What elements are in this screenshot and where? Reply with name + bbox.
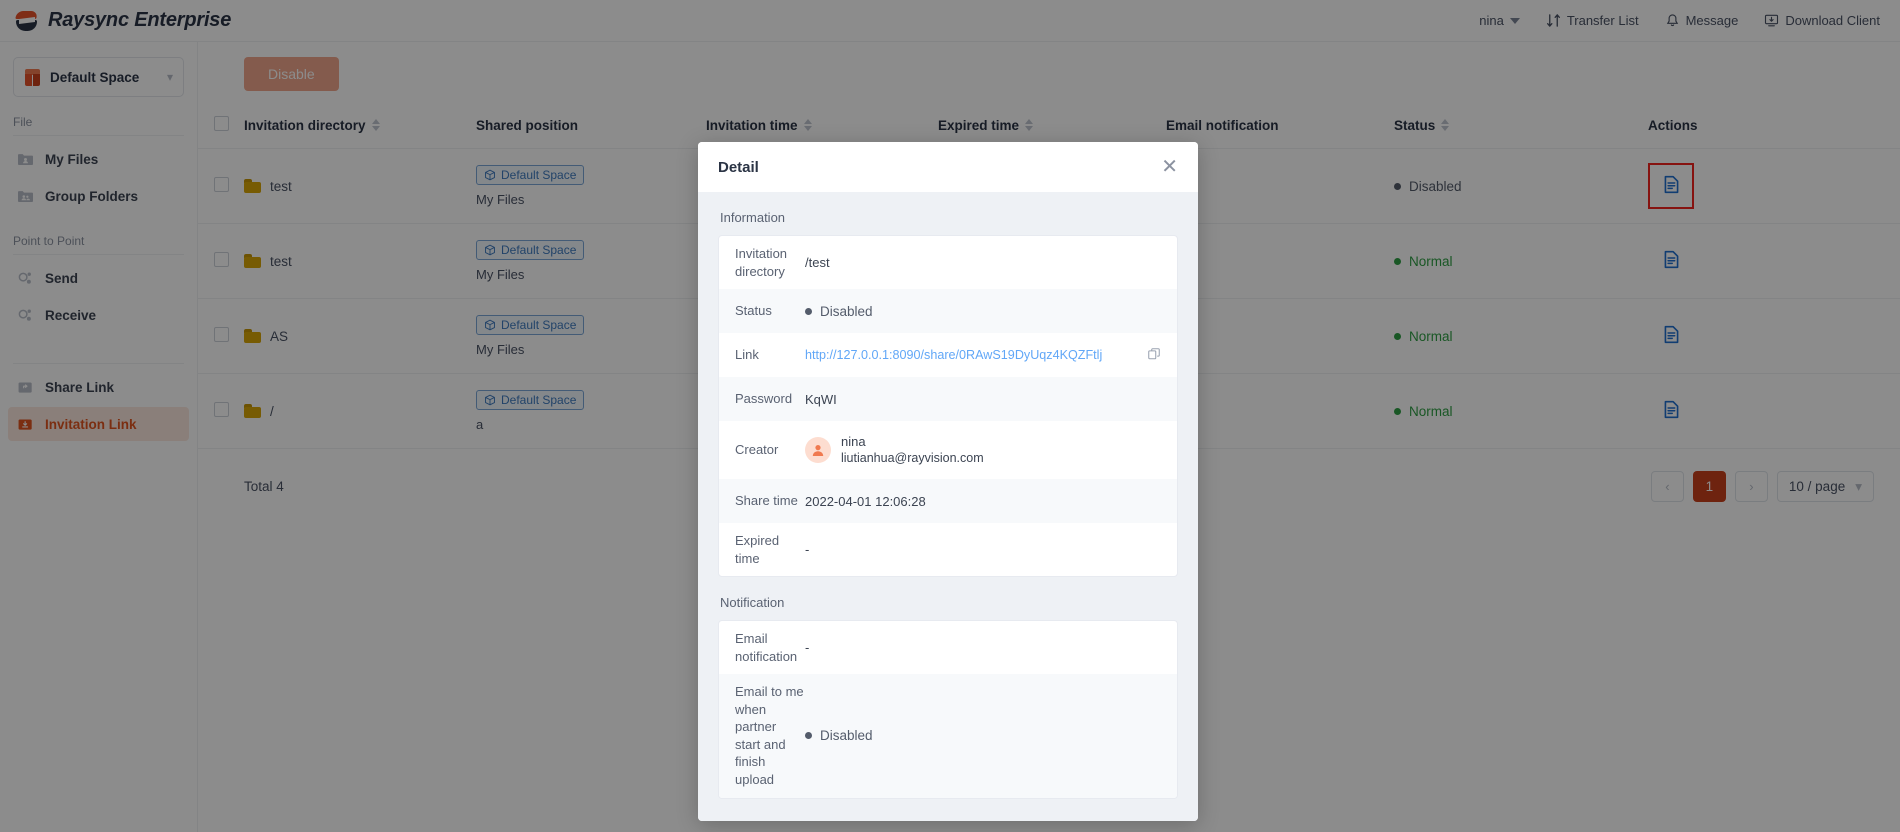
- modal-header: Detail ✕: [698, 142, 1198, 192]
- notification-card: Email notification - Email to me when pa…: [718, 620, 1178, 799]
- detail-key: Expired time: [735, 533, 780, 566]
- status-dot-icon: [805, 307, 812, 315]
- detail-key: Link: [735, 347, 759, 363]
- modal-body: Information Invitation directory /test S…: [698, 192, 1198, 821]
- section-title-information: Information: [720, 210, 786, 225]
- information-card: Invitation directory /test Status Disabl…: [718, 235, 1178, 578]
- detail-value: nina liutianhua@rayvision.com: [805, 433, 1177, 467]
- detail-value: KqWI: [805, 391, 837, 407]
- detail-value: Disabled: [805, 728, 1177, 743]
- detail-row-expired-time: Expired time -: [719, 523, 1177, 576]
- modal-title: Detail: [718, 158, 759, 176]
- creator-email: liutianhua@rayvision.com: [841, 451, 984, 466]
- status-label: Disabled: [820, 728, 873, 744]
- detail-key: Status: [735, 303, 772, 319]
- share-link[interactable]: http://127.0.0.1:8090/share/0RAwS19DyUqz…: [805, 348, 1102, 362]
- detail-row-email-notification: Email notification -: [719, 621, 1177, 674]
- detail-row-link: Link http://127.0.0.1:8090/share/0RAwS19…: [719, 333, 1177, 377]
- detail-key: Password: [735, 391, 793, 407]
- creator-name: nina: [841, 433, 866, 449]
- detail-value: Disabled: [805, 304, 1177, 319]
- detail-key: Creator: [735, 442, 779, 458]
- detail-row-email-upload-notice: Email to me when partner start and finis…: [719, 674, 1177, 798]
- detail-key: Invitation directory: [735, 246, 788, 279]
- user-avatar-icon: [805, 437, 831, 464]
- detail-row-invitation-directory: Invitation directory /test: [719, 236, 1177, 289]
- status-label: Disabled: [820, 303, 873, 319]
- detail-value: /test: [805, 255, 830, 271]
- detail-row-status: Status Disabled: [719, 289, 1177, 334]
- detail-value: -: [805, 640, 810, 656]
- detail-value: 2022-04-01 12:06:28: [805, 493, 926, 509]
- detail-row-password: Password KqWI: [719, 377, 1177, 422]
- detail-key: Email to me when partner start and finis…: [735, 684, 804, 788]
- detail-key: Email notification: [735, 631, 798, 664]
- detail-value: http://127.0.0.1:8090/share/0RAwS19DyUqz…: [805, 347, 1177, 364]
- status-badge: Disabled: [805, 304, 873, 319]
- status-badge: Disabled: [805, 728, 873, 743]
- detail-key: Share time: [735, 493, 798, 509]
- copy-icon[interactable]: [1147, 347, 1161, 364]
- detail-value: -: [805, 542, 810, 558]
- detail-row-share-time: Share time 2022-04-01 12:06:28: [719, 479, 1177, 524]
- detail-row-creator: Creator nina liutianhua@rayvision.com: [719, 421, 1177, 479]
- close-icon[interactable]: ✕: [1161, 157, 1178, 177]
- section-title-notification: Notification: [720, 595, 785, 611]
- status-dot-icon: [805, 732, 812, 740]
- detail-modal: Detail ✕ Information Invitation director…: [698, 142, 1198, 821]
- app-root: Raysync Enterprise nina Transfer List Me…: [0, 0, 1900, 832]
